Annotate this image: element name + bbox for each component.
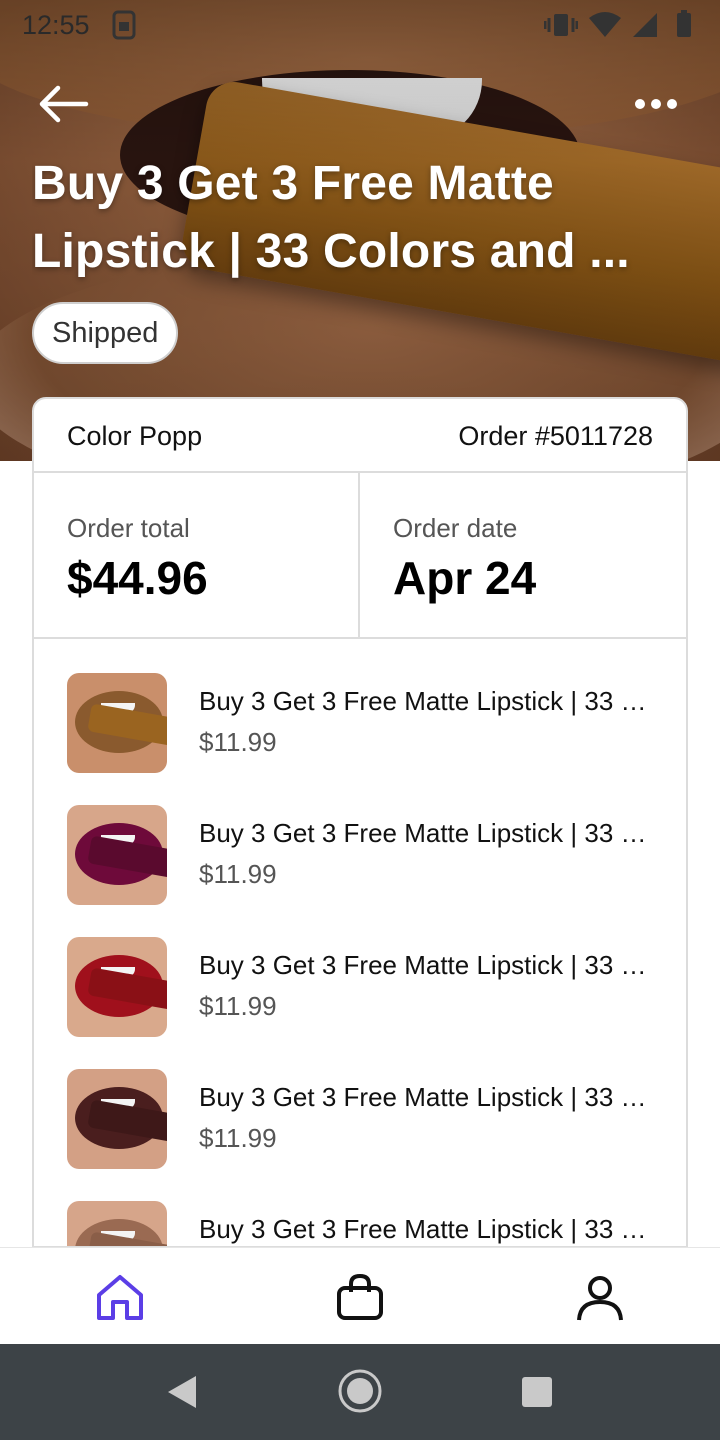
list-item[interactable]: Buy 3 Get 3 Free Matte Lipstick | 33 Col… <box>34 1037 686 1169</box>
order-card-header: Color Popp Order #5011728 <box>34 399 686 473</box>
item-price: $11.99 <box>199 991 277 1021</box>
order-total-cell: Order total $44.96 <box>34 473 360 637</box>
list-item[interactable]: Buy 3 Get 3 Free Matte Lipstick | 33 Col… <box>34 641 686 773</box>
system-recents-button[interactable] <box>521 1376 553 1413</box>
order-date-label: Order date <box>393 513 518 543</box>
profile-icon <box>570 1276 630 1332</box>
bottom-navigation <box>0 1247 720 1344</box>
product-thumbnail <box>67 805 167 905</box>
vibrate-icon <box>543 12 579 43</box>
nav-home-button[interactable] <box>90 1268 150 1328</box>
nav-orders-button[interactable] <box>330 1268 390 1328</box>
signal-icon <box>632 12 658 43</box>
order-stats: Order total $44.96 Order date Apr 24 <box>34 473 686 639</box>
back-button[interactable] <box>34 80 94 128</box>
sim-card-icon <box>112 10 136 45</box>
system-home-button[interactable] <box>337 1368 383 1419</box>
system-back-button[interactable] <box>166 1374 198 1415</box>
item-name: Buy 3 Get 3 Free Matte Lipstick | 33 Col… <box>199 686 659 716</box>
order-date-value: Apr 24 <box>393 552 537 604</box>
wifi-icon <box>588 12 622 43</box>
nav-profile-button[interactable] <box>570 1268 630 1328</box>
more-options-button[interactable] <box>630 86 686 122</box>
item-name: Buy 3 Get 3 Free Matte Lipstick | 33 Col… <box>199 818 659 848</box>
item-price: $11.99 <box>199 859 277 889</box>
order-date-cell: Order date Apr 24 <box>360 473 686 637</box>
order-number: Order #5011728 <box>458 421 653 451</box>
order-card: Color Popp Order #5011728 Order total $4… <box>32 397 688 1248</box>
item-name: Buy 3 Get 3 Free Matte Lipstick | 33 Col… <box>199 950 659 980</box>
product-thumbnail <box>67 1069 167 1169</box>
item-name: Buy 3 Get 3 Free Matte Lipstick | 33 Col… <box>199 1214 659 1244</box>
product-thumbnail <box>67 1201 167 1246</box>
item-price: $11.99 <box>199 1123 277 1153</box>
system-navigation-bar <box>0 1344 720 1440</box>
merchant-name[interactable]: Color Popp <box>67 421 202 452</box>
product-title: Buy 3 Get 3 Free Matte Lipstick | 33 Col… <box>32 157 630 278</box>
item-price: $11.99 <box>199 727 277 757</box>
list-item[interactable]: Buy 3 Get 3 Free Matte Lipstick | 33 Col… <box>34 1169 686 1246</box>
list-item[interactable]: Buy 3 Get 3 Free Matte Lipstick | 33 Col… <box>34 773 686 905</box>
more-dots-icon <box>630 99 686 126</box>
item-name: Buy 3 Get 3 Free Matte Lipstick | 33 Col… <box>199 1082 659 1112</box>
shopping-bag-icon <box>330 1273 390 1332</box>
list-item[interactable]: Buy 3 Get 3 Free Matte Lipstick | 33 Col… <box>34 905 686 1037</box>
order-total-value: $44.96 <box>67 552 208 604</box>
status-badge: Shipped <box>32 302 179 364</box>
order-total-label: Order total <box>67 513 190 543</box>
home-icon <box>90 1275 150 1332</box>
product-thumbnail <box>67 937 167 1037</box>
battery-icon <box>676 10 692 43</box>
product-thumbnail <box>67 673 167 773</box>
status-bar: 12:55 <box>0 0 720 50</box>
status-time: 12:55 <box>22 10 90 40</box>
arrow-left-icon <box>34 85 90 132</box>
